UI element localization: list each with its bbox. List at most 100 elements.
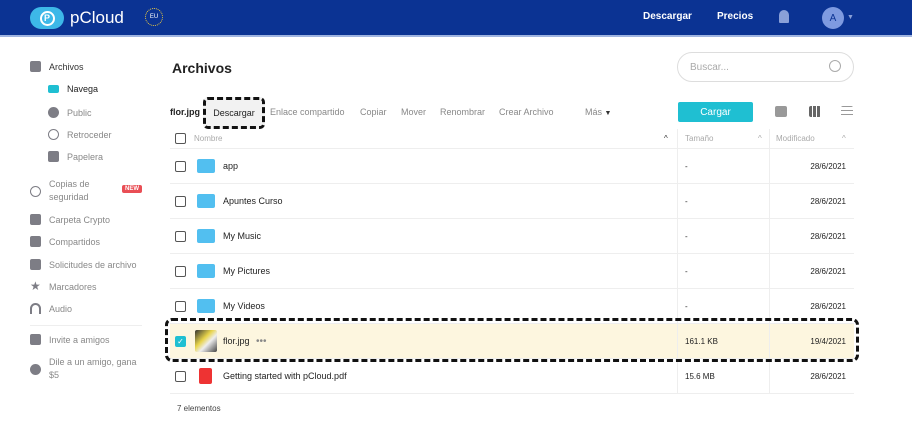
nav-precios[interactable]: Precios — [717, 11, 753, 22]
search-input[interactable]: Buscar... — [677, 52, 854, 82]
search-icon[interactable] — [829, 60, 841, 72]
file-size: - — [685, 266, 688, 276]
file-name[interactable]: Getting started with pCloud.pdf — [223, 371, 347, 381]
create-file-button[interactable]: Crear Archivo — [499, 107, 554, 117]
selected-file-name: flor.jpg — [170, 107, 200, 117]
lock-icon — [30, 214, 41, 225]
new-folder-icon[interactable] — [775, 106, 787, 117]
share-link-button[interactable]: Enlace compartido — [270, 107, 345, 117]
sidebar-item-public[interactable]: Public — [30, 107, 92, 118]
folder-icon — [197, 229, 215, 243]
bell-icon[interactable] — [779, 10, 789, 23]
file-size: - — [685, 161, 688, 171]
dollar-icon — [30, 363, 41, 375]
sidebar-item-solicitudes[interactable]: Solicitudes de archivo — [30, 259, 137, 270]
row-checkbox[interactable] — [175, 370, 186, 382]
avatar[interactable]: A — [822, 7, 844, 29]
label: Solicitudes de archivo — [49, 259, 137, 270]
list-icon — [48, 85, 59, 93]
column-size[interactable]: Tamaño — [685, 134, 713, 143]
sort-icon[interactable]: ^ — [842, 134, 846, 143]
sidebar-item-crypto[interactable]: Carpeta Crypto — [30, 214, 110, 225]
sidebar-item-papelera[interactable]: Papelera — [30, 151, 103, 162]
column-divider — [677, 359, 678, 393]
file-name[interactable]: flor.jpg — [223, 336, 250, 346]
label: Navega — [67, 84, 99, 94]
column-divider — [677, 129, 678, 148]
label: Audio — [49, 303, 73, 314]
move-button[interactable]: Mover — [401, 107, 426, 117]
column-divider — [769, 129, 770, 148]
row-checkbox[interactable] — [175, 195, 186, 207]
table-row[interactable]: ✓ flor.jpg ••• 161.1 KB 19/4/2021 — [170, 324, 854, 359]
sidebar-item-compartidos[interactable]: Compartidos — [30, 236, 100, 247]
more-options-icon[interactable]: ••• — [256, 336, 267, 347]
column-divider — [769, 289, 770, 323]
sidebar-item-archivos[interactable]: Archivos — [30, 61, 84, 72]
more-button[interactable]: Más ▼ — [585, 107, 611, 117]
label: Papelera — [67, 151, 104, 162]
globe-icon — [48, 107, 59, 118]
history-icon — [48, 129, 59, 140]
file-name[interactable]: My Music — [223, 231, 261, 241]
chevron-down-icon[interactable]: ▼ — [847, 14, 854, 21]
page-title: Archivos — [172, 60, 232, 76]
folder-icon — [197, 159, 215, 173]
eu-badge: EU — [145, 8, 163, 26]
row-checkbox[interactable] — [175, 265, 186, 277]
column-name[interactable]: Nombre — [194, 134, 222, 143]
sort-icon[interactable]: ^ — [758, 134, 762, 143]
row-checkbox[interactable] — [175, 230, 186, 242]
column-divider — [677, 254, 678, 288]
file-size: 161.1 KB — [685, 336, 718, 346]
headphones-icon — [30, 303, 41, 314]
folder-icon — [197, 299, 215, 313]
row-checkbox[interactable]: ✓ — [175, 335, 186, 347]
table-header: Nombre ^ Tamaño ^ Modificado ^ — [170, 129, 854, 149]
table-row[interactable]: My Pictures - 28/6/2021 — [170, 254, 854, 289]
sidebar-item-marcadores[interactable]: ★ Marcadores — [30, 280, 97, 292]
file-name[interactable]: Apuntes Curso — [223, 196, 283, 206]
file-size: - — [685, 301, 688, 311]
trash-icon — [48, 151, 59, 162]
column-divider — [677, 184, 678, 218]
grid-view-icon[interactable] — [809, 106, 821, 117]
table-row[interactable]: My Music - 28/6/2021 — [170, 219, 854, 254]
download-button[interactable]: Descargar — [203, 97, 265, 129]
file-table: Nombre ^ Tamaño ^ Modificado ^ app - 28/… — [170, 129, 854, 394]
sidebar-item-navega[interactable]: Navega — [30, 84, 98, 94]
sidebar-item-copias[interactable]: Copias de seguridad — [30, 178, 110, 204]
cloud-icon: P — [30, 7, 64, 29]
search-placeholder: Buscar... — [690, 62, 729, 73]
column-modified[interactable]: Modificado — [776, 134, 815, 143]
sidebar-item-retroceder[interactable]: Retroceder — [30, 129, 112, 140]
table-row[interactable]: My Videos - 28/6/2021 — [170, 289, 854, 324]
column-divider — [769, 254, 770, 288]
table-row[interactable]: Getting started with pCloud.pdf 15.6 MB … — [170, 359, 854, 394]
rename-button[interactable]: Renombrar — [440, 107, 485, 117]
sidebar-item-audio[interactable]: Audio — [30, 303, 72, 314]
file-size: - — [685, 196, 688, 206]
copy-button[interactable]: Copiar — [360, 107, 387, 117]
table-row[interactable]: Apuntes Curso - 28/6/2021 — [170, 184, 854, 219]
sort-asc-icon[interactable]: ^ — [664, 134, 668, 143]
file-name[interactable]: My Pictures — [223, 266, 270, 276]
row-checkbox[interactable] — [175, 300, 186, 312]
column-divider — [769, 184, 770, 218]
table-row[interactable]: app - 28/6/2021 — [170, 149, 854, 184]
sidebar-divider — [30, 325, 142, 326]
sort-icon[interactable] — [841, 106, 853, 117]
upload-button[interactable]: Cargar — [678, 102, 753, 122]
file-name[interactable]: app — [223, 161, 238, 171]
pcloud-logo[interactable]: PpCloud — [30, 7, 124, 29]
column-divider — [769, 149, 770, 183]
sidebar-item-invite[interactable]: Invite a amigos — [30, 334, 110, 345]
row-checkbox[interactable] — [175, 160, 186, 172]
file-size: - — [685, 231, 688, 241]
new-badge: NEW — [122, 185, 142, 193]
label: Public — [67, 107, 92, 118]
select-all-checkbox[interactable] — [175, 133, 186, 144]
file-name[interactable]: My Videos — [223, 301, 265, 311]
sidebar-item-refer[interactable]: Dile a un amigo, gana $5 — [30, 356, 140, 382]
nav-descargar[interactable]: Descargar — [643, 11, 692, 22]
